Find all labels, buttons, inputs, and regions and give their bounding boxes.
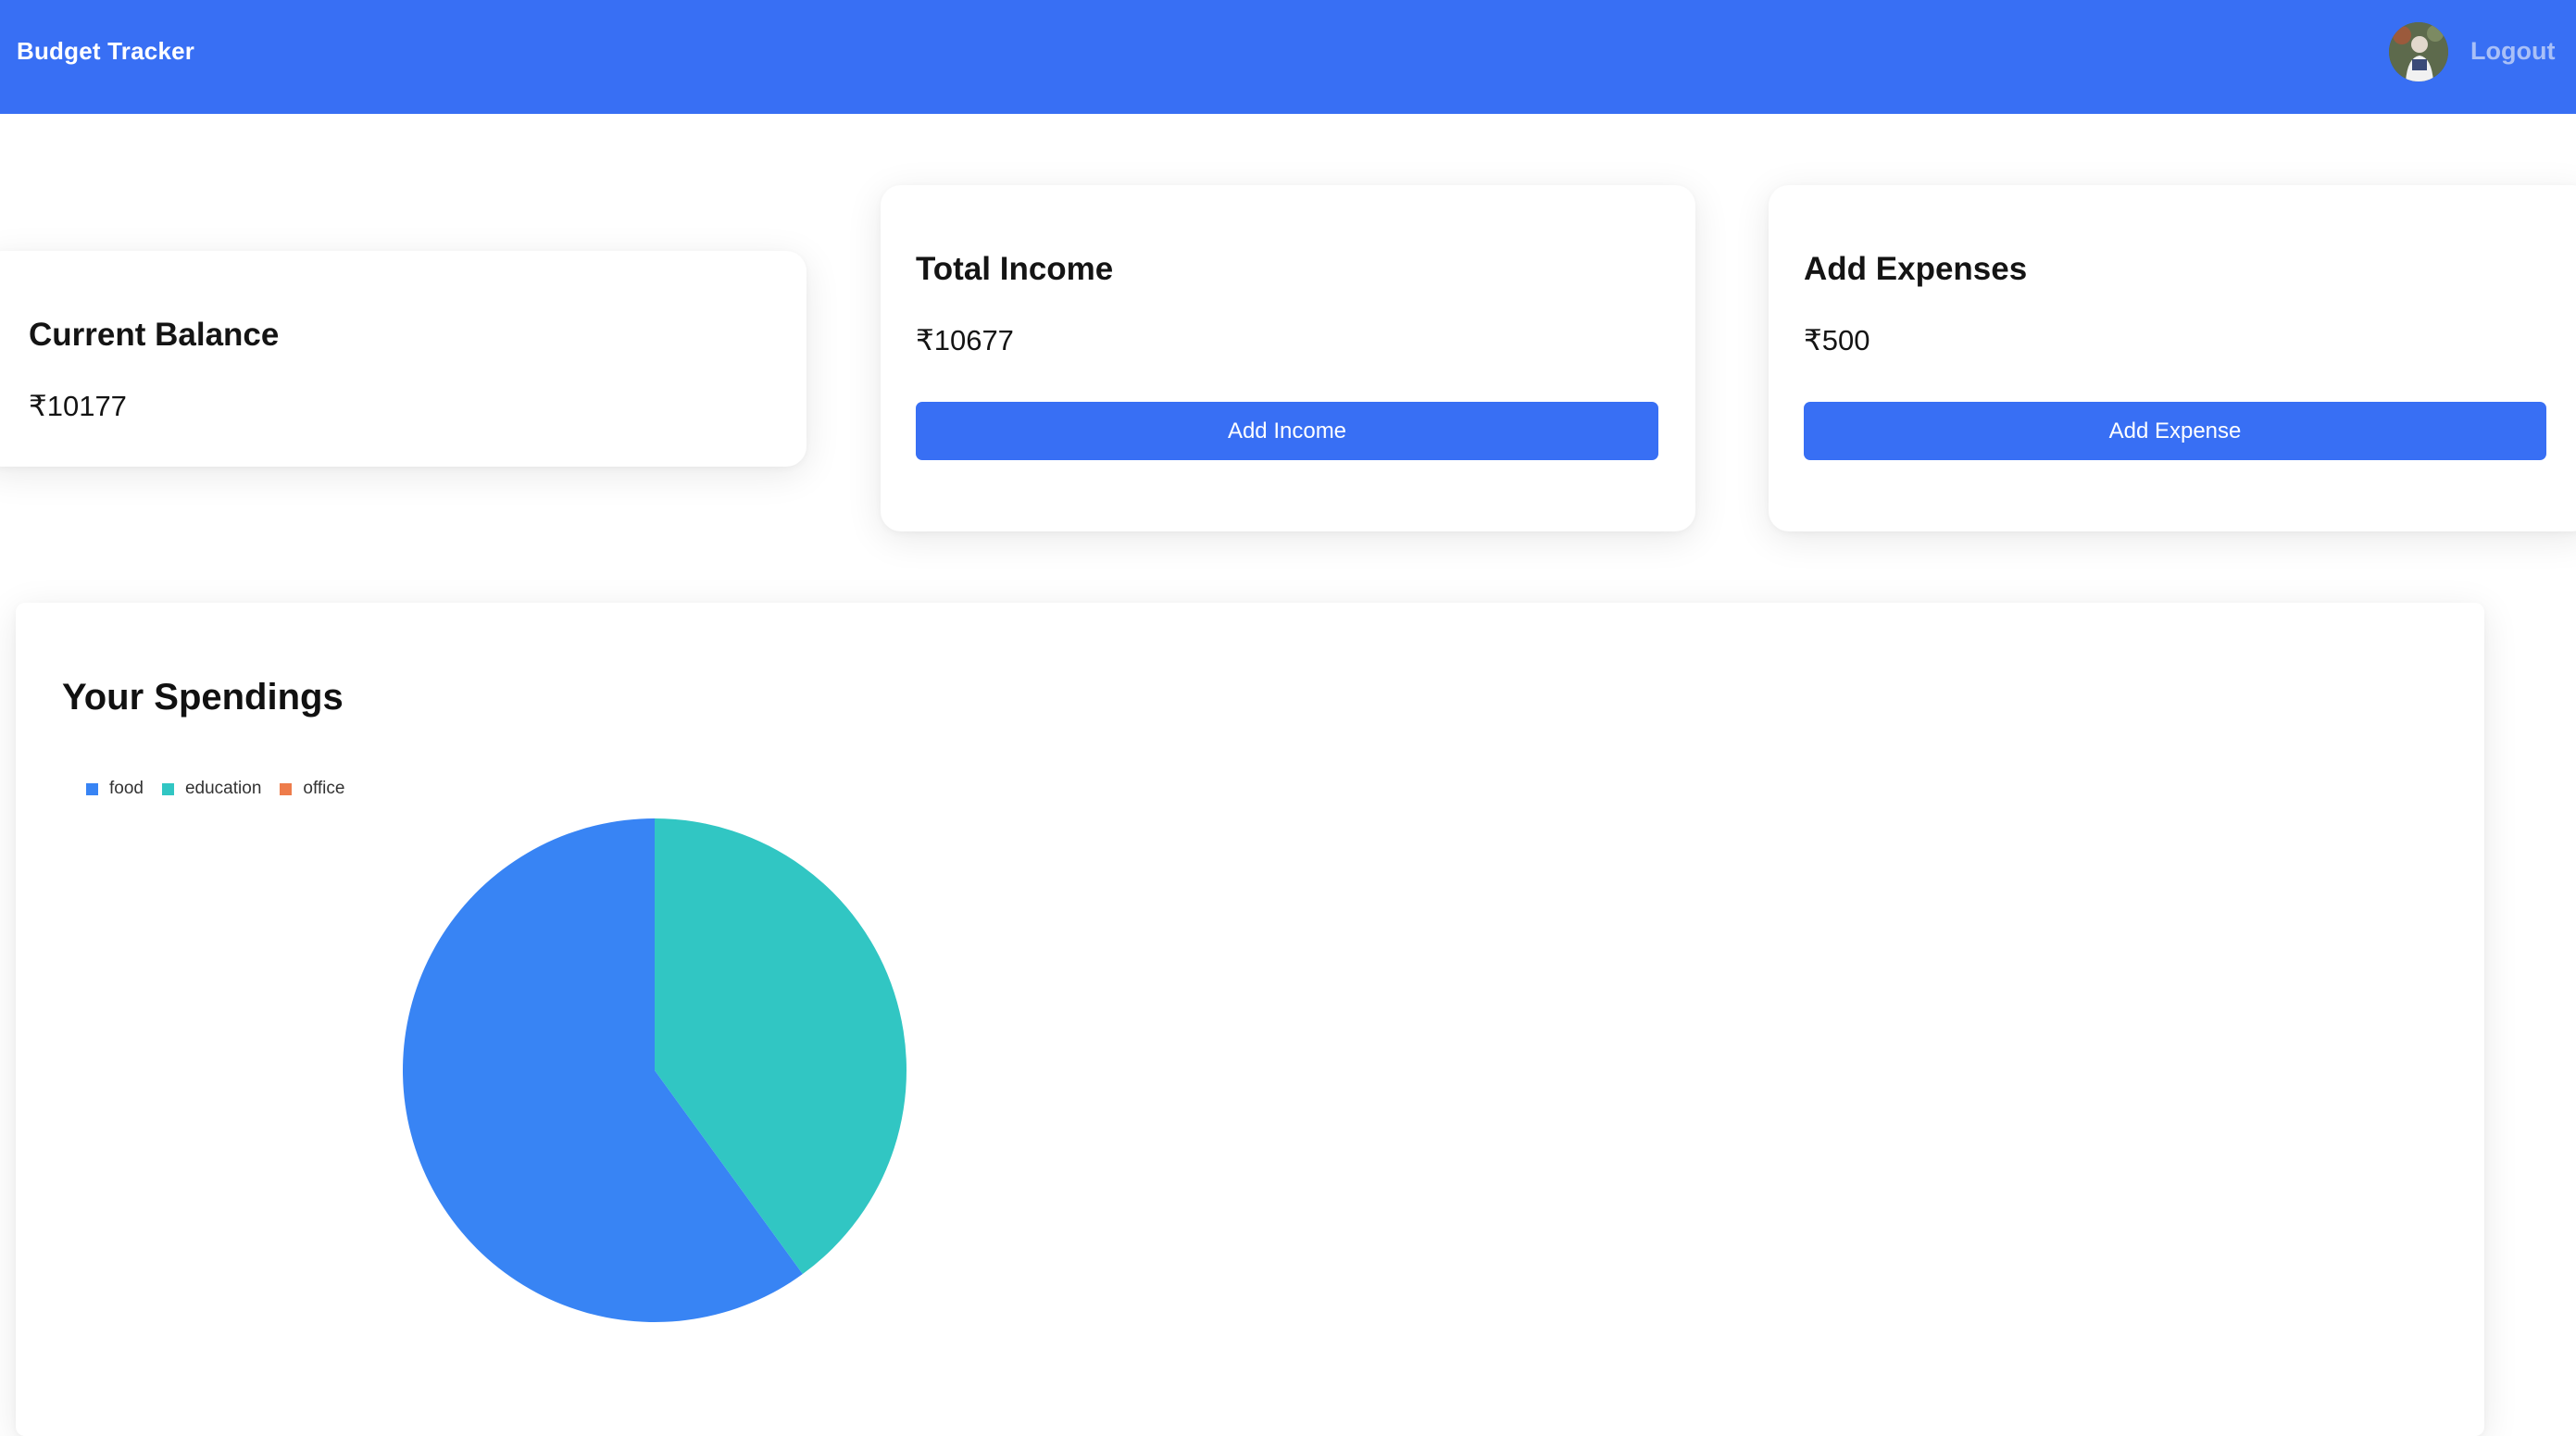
navbar: Budget Tracker Logout [0,0,2576,114]
current-balance-card: Current Balance ₹10177 [0,251,807,467]
add-income-button[interactable]: Add Income [916,402,1658,460]
spendings-pie-chart [402,818,907,1322]
total-income-amount: ₹10677 [916,324,1014,356]
brand-title[interactable]: Budget Tracker [17,37,194,66]
current-balance-title: Current Balance [29,317,280,353]
spendings-card: Your Spendings food education office [16,603,2484,1436]
add-expense-button[interactable]: Add Expense [1804,402,2546,460]
user-avatar[interactable] [2389,22,2448,81]
logout-button[interactable]: Logout [2470,37,2555,66]
add-expenses-card: Add Expenses ₹500 Add Expense [1769,185,2576,531]
current-balance-amount: ₹10177 [29,390,127,422]
total-income-title: Total Income [916,251,1114,287]
expenses-amount: ₹500 [1804,324,1870,356]
total-income-card: Total Income ₹10677 Add Income [881,185,1695,531]
add-expenses-title: Add Expenses [1804,251,2028,287]
